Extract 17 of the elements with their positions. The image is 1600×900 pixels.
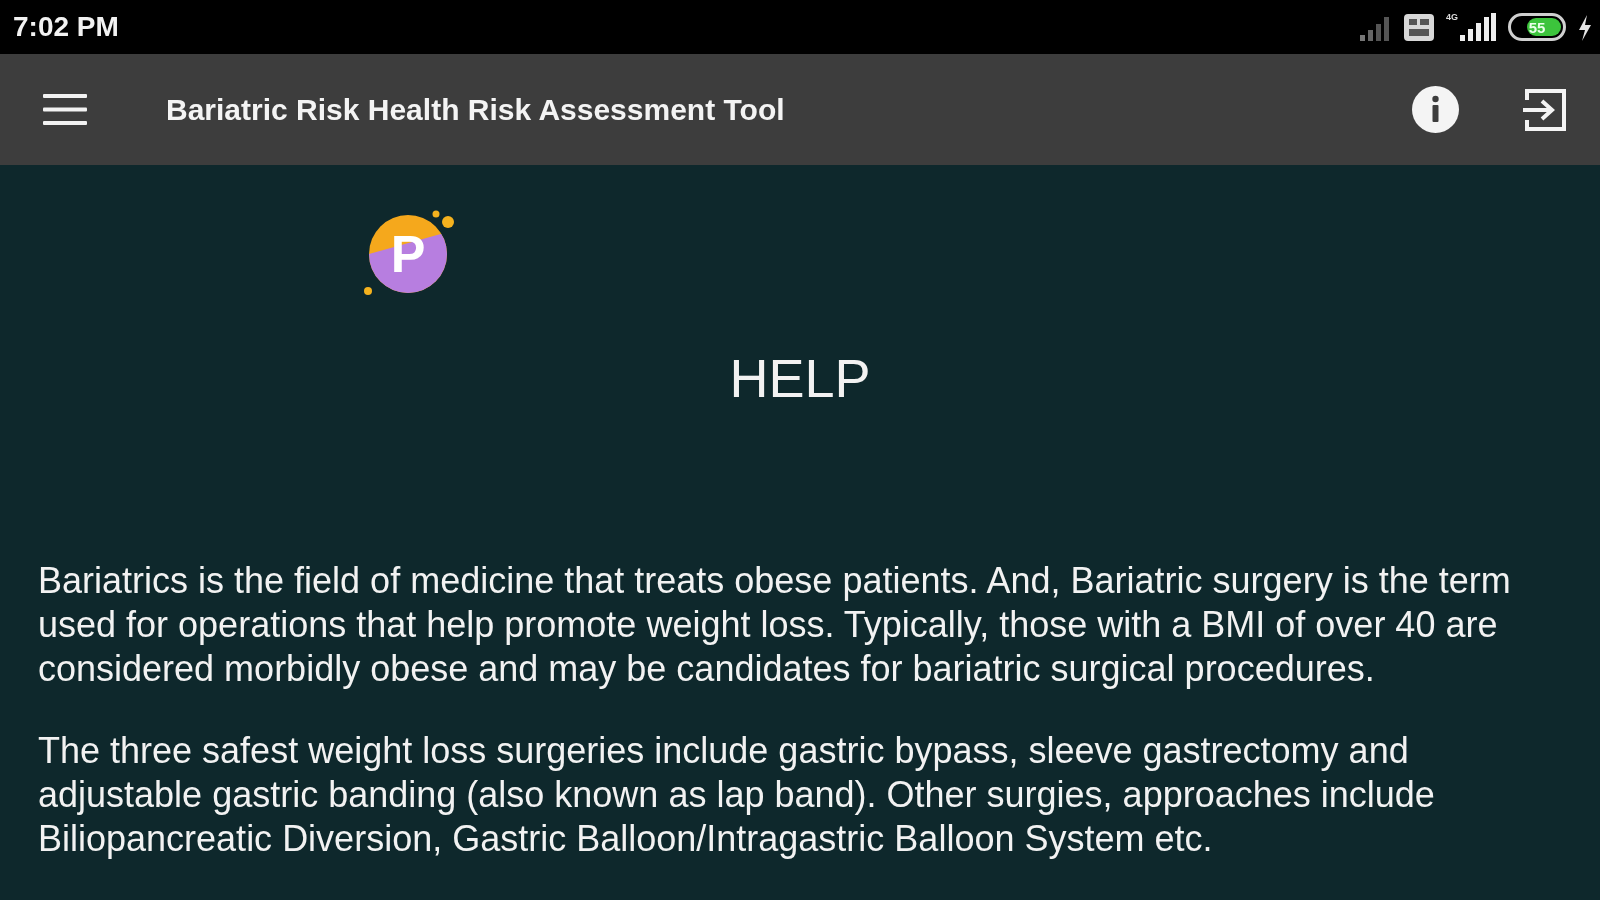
weak-signal-icon bbox=[1360, 15, 1392, 41]
help-paragraph: Bariatrics is the field of medicine that treats obese patients. And, Bariatric surgery is the term used for operations that help promote weight loss. Typically, those with a BMI of over 40 are considered morbidly obese and may be candidates for bariatric surgical procedures. bbox=[38, 559, 1512, 691]
help-heading: HELP bbox=[729, 351, 871, 405]
help-paragraph: The three safest weight loss surgeries include gastric bypass, sleeve gastrectomy and adjustable gastric banding (also known as lap band). Other surgies, approaches include Biliopancreatic Diversion, Gastric Balloon/Intragastric Balloon System etc. bbox=[38, 729, 1436, 861]
info-icon bbox=[1412, 86, 1459, 133]
exit-icon bbox=[1523, 87, 1567, 132]
info-button[interactable] bbox=[1412, 86, 1459, 133]
menu-icon bbox=[43, 94, 87, 125]
network-type-label: 4G bbox=[1446, 13, 1458, 22]
app-title: Bariatric Risk Health Risk Assessment Tool bbox=[166, 94, 785, 125]
charging-bolt-icon bbox=[1578, 15, 1592, 41]
status-time: 7:02 PM bbox=[13, 13, 119, 41]
battery-percent: 55 bbox=[1528, 19, 1546, 35]
network-badge-icon bbox=[1404, 14, 1434, 41]
signal-bars-icon bbox=[1460, 13, 1496, 41]
menu-button[interactable] bbox=[43, 93, 87, 126]
exit-button[interactable] bbox=[1523, 87, 1567, 132]
